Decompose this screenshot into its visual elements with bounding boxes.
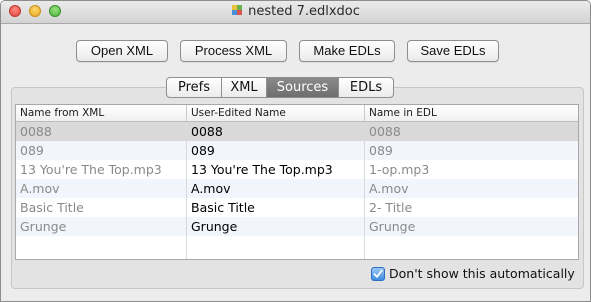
cell-user-edited-name[interactable]: A.mov xyxy=(187,179,365,198)
window-title-group: nested 7.edlxdoc xyxy=(1,4,590,20)
cell-name-from-xml: Grunge xyxy=(16,217,187,236)
document-icon xyxy=(232,5,243,15)
cell-name-in-edl: 2- Title xyxy=(369,200,413,215)
cell-name-in-edl: 0088 xyxy=(369,124,401,139)
make-edls-button[interactable]: Make EDLs xyxy=(299,40,395,62)
tab-edls[interactable]: EDLs xyxy=(339,78,393,97)
table-row[interactable]: 13 You're The Top.mp3 13 You're The Top.… xyxy=(16,160,578,179)
cell-user-edited-name[interactable]: Basic Title xyxy=(187,198,365,217)
dont-show-automatically-option[interactable]: Don't show this automatically xyxy=(371,266,575,282)
cell-name-from-xml: Basic Title xyxy=(16,198,187,217)
title-bar[interactable]: nested 7.edlxdoc xyxy=(1,1,590,24)
table-row[interactable]: Basic Title Basic Title 2- Title xyxy=(16,198,578,217)
table-row[interactable]: 089 089 089 xyxy=(16,141,578,160)
app-window: nested 7.edlxdoc Open XML Process XML Ma… xyxy=(0,0,591,302)
cell-user-edited-name[interactable]: 089 xyxy=(187,141,365,160)
checkmark-icon xyxy=(373,269,383,278)
window-title: nested 7.edlxdoc xyxy=(248,4,360,19)
table-header: Name from XML User-Edited Name Name in E… xyxy=(16,105,578,122)
dont-show-automatically-label[interactable]: Don't show this automatically xyxy=(389,266,575,282)
save-edls-button[interactable]: Save EDLs xyxy=(407,40,499,62)
cell-name-in-edl: A.mov xyxy=(369,181,409,196)
table-row[interactable]: 0088 0088 0088 xyxy=(16,122,578,141)
sources-table[interactable]: Name from XML User-Edited Name Name in E… xyxy=(15,104,579,260)
column-header-name-in-edl[interactable]: Name in EDL xyxy=(365,105,578,121)
process-xml-button[interactable]: Process XML xyxy=(180,40,287,62)
cell-name-from-xml: 13 You're The Top.mp3 xyxy=(16,160,187,179)
tab-prefs[interactable]: Prefs xyxy=(167,78,222,97)
table-empty-area xyxy=(16,236,578,259)
cell-name-from-xml: A.mov xyxy=(16,179,187,198)
tab-xml[interactable]: XML xyxy=(222,78,267,97)
cell-user-edited-name[interactable]: 13 You're The Top.mp3 xyxy=(187,160,365,179)
cell-name-from-xml: 089 xyxy=(16,141,187,160)
tab-sources[interactable]: Sources xyxy=(267,78,339,97)
table-row[interactable]: A.mov A.mov A.mov xyxy=(16,179,578,198)
cell-name-in-edl: Grunge xyxy=(369,219,416,234)
cell-name-in-edl: 089 xyxy=(369,143,393,158)
open-xml-button[interactable]: Open XML xyxy=(76,40,168,62)
column-header-name-from-xml[interactable]: Name from XML xyxy=(16,105,187,121)
cell-name-from-xml: 0088 xyxy=(16,122,187,141)
cell-user-edited-name[interactable]: 0088 xyxy=(187,122,365,141)
column-header-user-edited-name[interactable]: User-Edited Name xyxy=(187,105,365,121)
cell-name-in-edl: 1-op.mp3 xyxy=(369,162,430,177)
tab-bar: Prefs XML Sources EDLs xyxy=(166,77,394,98)
table-row[interactable]: Grunge Grunge Grunge xyxy=(16,217,578,236)
cell-user-edited-name[interactable]: Grunge xyxy=(187,217,365,236)
dont-show-automatically-checkbox[interactable] xyxy=(371,267,385,281)
